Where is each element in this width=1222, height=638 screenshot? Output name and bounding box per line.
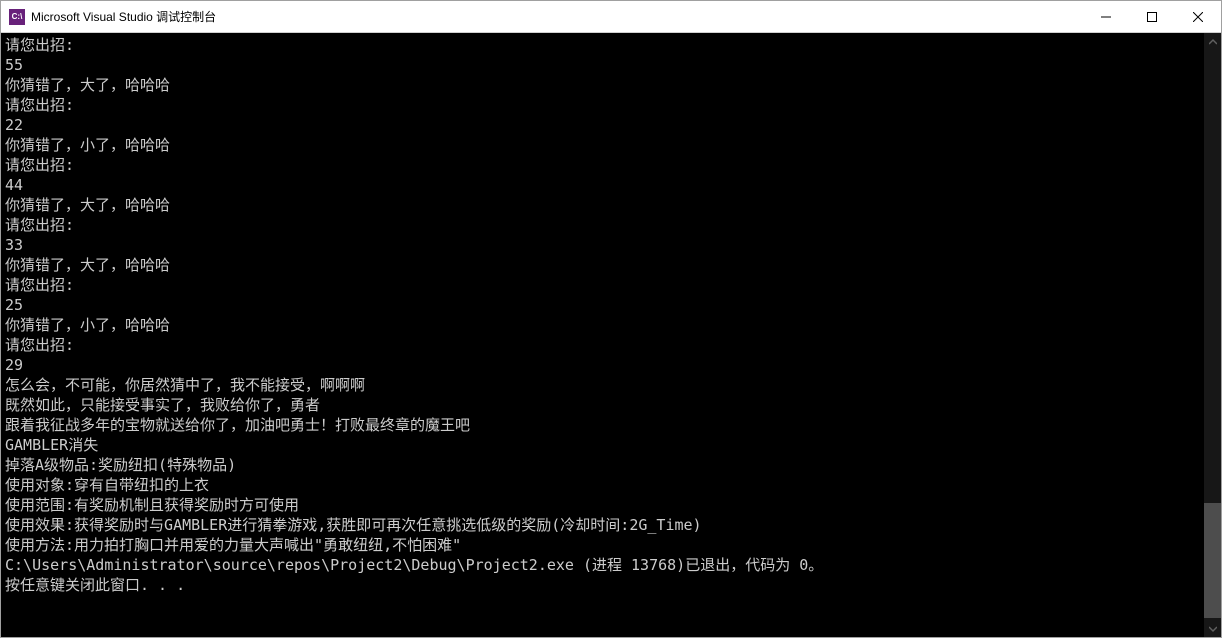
console-line: 你猜错了，小了，哈哈哈 [5,135,1200,155]
console-line: 请您出招: [5,35,1200,55]
console-line: 请您出招: [5,275,1200,295]
close-button[interactable] [1175,1,1221,32]
console-output[interactable]: 请您出招:55你猜错了，大了，哈哈哈请您出招:22你猜错了，小了，哈哈哈请您出招… [1,33,1204,637]
console-line: 怎么会，不可能，你居然猜中了，我不能接受，啊啊啊 [5,375,1200,395]
console-line: 请您出招: [5,335,1200,355]
console-line: 你猜错了，小了，哈哈哈 [5,315,1200,335]
console-line: 掉落A级物品:奖励纽扣(特殊物品) [5,455,1200,475]
console-line: 你猜错了，大了，哈哈哈 [5,195,1200,215]
window-title: Microsoft Visual Studio 调试控制台 [31,8,1083,25]
console-line: 既然如此，只能接受事实了，我败给你了，勇者 [5,395,1200,415]
console-line: 55 [5,55,1200,75]
titlebar[interactable]: C:\ Microsoft Visual Studio 调试控制台 [1,1,1221,33]
console-line: 使用效果:获得奖励时与GAMBLER进行猜拳游戏,获胜即可再次任意挑选低级的奖励… [5,515,1200,535]
scroll-down-button[interactable] [1204,620,1221,637]
console-line: 跟着我征战多年的宝物就送给你了，加油吧勇士！打败最终章的魔王吧 [5,415,1200,435]
console-line: 22 [5,115,1200,135]
console-line: 使用对象:穿有自带纽扣的上衣 [5,475,1200,495]
chevron-up-icon [1209,38,1217,46]
close-icon [1193,12,1203,22]
console-line: C:\Users\Administrator\source\repos\Proj… [5,555,1200,575]
console-window: C:\ Microsoft Visual Studio 调试控制台 请您出招:5… [0,0,1222,638]
console-area: 请您出招:55你猜错了，大了，哈哈哈请您出招:22你猜错了，小了，哈哈哈请您出招… [1,33,1221,637]
console-line: 你猜错了，大了，哈哈哈 [5,75,1200,95]
console-line: 25 [5,295,1200,315]
console-line: 请您出招: [5,215,1200,235]
vertical-scrollbar[interactable] [1204,33,1221,637]
console-line: 你猜错了，大了，哈哈哈 [5,255,1200,275]
maximize-button[interactable] [1129,1,1175,32]
console-line: 请您出招: [5,155,1200,175]
minimize-icon [1101,12,1111,22]
maximize-icon [1147,12,1157,22]
console-line: 按任意键关闭此窗口. . . [5,575,1200,595]
console-line: 44 [5,175,1200,195]
console-line: GAMBLER消失 [5,435,1200,455]
minimize-button[interactable] [1083,1,1129,32]
scroll-up-button[interactable] [1204,33,1221,50]
console-line: 29 [5,355,1200,375]
app-icon: C:\ [9,9,25,25]
console-line: 使用范围:有奖励机制且获得奖励时方可使用 [5,495,1200,515]
chevron-down-icon [1209,625,1217,633]
window-controls [1083,1,1221,32]
console-line: 请您出招: [5,95,1200,115]
console-line: 使用方法:用力拍打胸口并用爱的力量大声喊出"勇敢纽纽,不怕困难" [5,535,1200,555]
console-line: 33 [5,235,1200,255]
scrollbar-thumb[interactable] [1204,503,1221,618]
